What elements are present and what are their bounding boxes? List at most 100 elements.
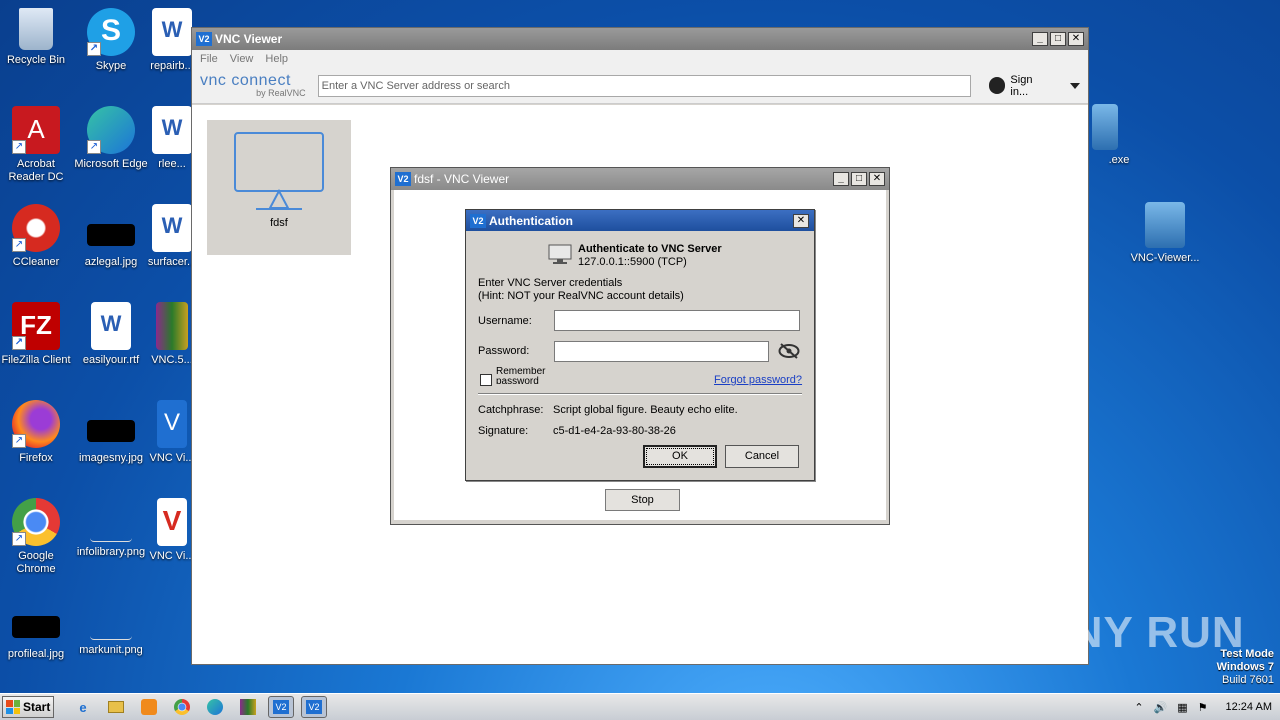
desktop-icon-acrobat[interactable]: A ↗ Acrobat Reader DC (0, 106, 74, 184)
username-field[interactable] (554, 310, 800, 331)
media-player-icon (141, 699, 157, 715)
taskbar-vnc-viewer[interactable]: V2 (268, 696, 294, 718)
divider (478, 393, 802, 395)
password-field[interactable] (554, 341, 769, 362)
menu-file[interactable]: File (200, 53, 218, 65)
image-file-icon (90, 596, 132, 640)
image-file-icon (90, 498, 132, 542)
window-titlebar[interactable]: V2 VNC Viewer _ □ ✕ (192, 28, 1088, 50)
catchphrase-label: Catchphrase: (478, 404, 544, 416)
word-doc-icon: W (152, 106, 192, 154)
ccleaner-icon: ↗ (12, 204, 60, 252)
server-address: 127.0.0.1::5900 (TCP) (578, 256, 687, 268)
taskbar-edge[interactable] (202, 696, 228, 718)
user-icon (988, 77, 1006, 94)
desktop-icon-chrome[interactable]: ↗ Google Chrome (0, 498, 74, 576)
menu-help[interactable]: Help (265, 53, 288, 65)
desktop-icon-profileal[interactable]: profileal.jpg (0, 596, 74, 661)
anyrun-watermark: ANY RUN (1038, 608, 1245, 657)
installer-icon (1145, 202, 1185, 248)
build-text: Build 7601 (1222, 674, 1274, 686)
dialog-heading: Authenticate to VNC Server (578, 243, 722, 255)
minimize-button[interactable]: _ (1032, 32, 1048, 46)
eye-slash-icon[interactable] (778, 343, 800, 359)
dialog-titlebar[interactable]: V2 Authentication ✕ (466, 210, 814, 231)
taskbar-chrome[interactable] (169, 696, 195, 718)
remember-checkbox[interactable] (480, 374, 492, 386)
toolbar: vnc connect by RealVNC Enter a VNC Serve… (192, 68, 1088, 104)
desktop-icon-firefox[interactable]: ↗ Firefox (0, 400, 74, 465)
chevron-down-icon[interactable] (1070, 82, 1081, 89)
prompt-text: Enter VNC Server credentials (478, 277, 623, 289)
image-file-icon (12, 616, 60, 638)
cancel-button[interactable]: Cancel (725, 445, 799, 468)
tray-expand-icon[interactable]: ⌃ (1134, 701, 1143, 714)
window-controls: _ □ ✕ (1032, 32, 1084, 46)
signature-value: c5-d1-e4-2a-93-80-38-26 (553, 425, 676, 437)
start-button[interactable]: Start (2, 696, 54, 718)
shortcut-arrow-icon: ↗ (87, 42, 101, 56)
filezilla-icon: FZ ↗ (12, 302, 60, 350)
close-button[interactable]: ✕ (1068, 32, 1084, 46)
search-input[interactable]: Enter a VNC Server address or search (317, 74, 971, 97)
session-titlebar[interactable]: V2 fdsf - VNC Viewer _ □ ✕ (391, 168, 889, 190)
test-mode-label: Test Mode Windows 7 Build 7601 (1217, 648, 1274, 687)
ok-button[interactable]: OK (643, 445, 717, 468)
taskbar-ie[interactable]: e (70, 696, 96, 718)
ie-icon: e (79, 699, 87, 715)
vnc-logo-icon: V2 (395, 172, 411, 186)
shortcut-arrow-icon: ↗ (12, 140, 26, 154)
remember-label[interactable]: Remember password (496, 367, 548, 384)
word-doc-icon: W (91, 302, 131, 350)
brand-name: vnc connect (200, 72, 291, 89)
acrobat-icon: A ↗ (12, 106, 60, 154)
tile-label: fdsf (270, 217, 288, 229)
session-title: fdsf - VNC Viewer (414, 172, 510, 186)
minimize-button[interactable]: _ (833, 172, 849, 186)
desktop-icon-ccleaner[interactable]: ↗ CCleaner (0, 204, 74, 269)
vnc-icon: V (157, 400, 187, 448)
menu-bar: File View Help (192, 50, 1088, 68)
window-title: VNC Viewer (215, 32, 283, 46)
close-button[interactable]: ✕ (869, 172, 885, 186)
desktop-icon-recycle-bin[interactable]: Recycle Bin (0, 8, 74, 67)
vnc-connect-logo: vnc connect by RealVNC (200, 73, 310, 98)
recycle-bin-icon (19, 8, 53, 50)
edge-icon (207, 699, 223, 715)
vnc-icon: V (157, 498, 187, 546)
volume-icon[interactable]: 🔊 (1154, 701, 1168, 714)
connection-tile[interactable]: fdsf (207, 120, 351, 255)
forgot-password-link[interactable]: Forgot password? (714, 374, 802, 386)
test-mode-text: Test Mode (1220, 648, 1274, 660)
maximize-button[interactable]: □ (1050, 32, 1066, 46)
clock[interactable]: 12:24 AM (1226, 701, 1272, 713)
close-button[interactable]: ✕ (793, 213, 809, 228)
network-icon[interactable]: ▦ (1177, 701, 1187, 714)
firefox-icon: ↗ (12, 400, 60, 448)
monitor-icon (548, 244, 572, 264)
sign-in-button[interactable]: Sign in... (988, 73, 1081, 98)
signature-label: Signature: (478, 425, 529, 437)
sign-in-label: Sign in... (1010, 73, 1033, 98)
maximize-button[interactable]: □ (851, 172, 867, 186)
archive-icon (240, 699, 256, 715)
taskbar-explorer[interactable] (103, 696, 129, 718)
skype-icon: S ↗ (87, 8, 135, 56)
menu-view[interactable]: View (230, 53, 254, 65)
action-center-icon[interactable]: ⚑ (1198, 701, 1208, 714)
taskbar-vnc-session[interactable]: V2 (301, 696, 327, 718)
desktop-icon-markunit[interactable]: markunit.png (73, 596, 149, 657)
start-label: Start (23, 700, 51, 714)
desktop-icon-vnc-viewer-installer[interactable]: VNC-Viewer... (1122, 202, 1208, 265)
archive-icon (156, 302, 188, 350)
image-file-icon (87, 224, 135, 246)
shortcut-arrow-icon: ↗ (12, 434, 26, 448)
taskbar-media-player[interactable] (136, 696, 162, 718)
stop-button[interactable]: Stop (605, 489, 680, 511)
edge-icon: ↗ (87, 106, 135, 154)
taskbar-winrar[interactable] (235, 696, 261, 718)
shortcut-arrow-icon: ↗ (12, 238, 26, 252)
desktop-icon-filezilla[interactable]: FZ ↗ FileZilla Client (0, 302, 74, 367)
image-file-icon (87, 420, 135, 442)
shortcut-arrow-icon: ↗ (12, 336, 26, 350)
